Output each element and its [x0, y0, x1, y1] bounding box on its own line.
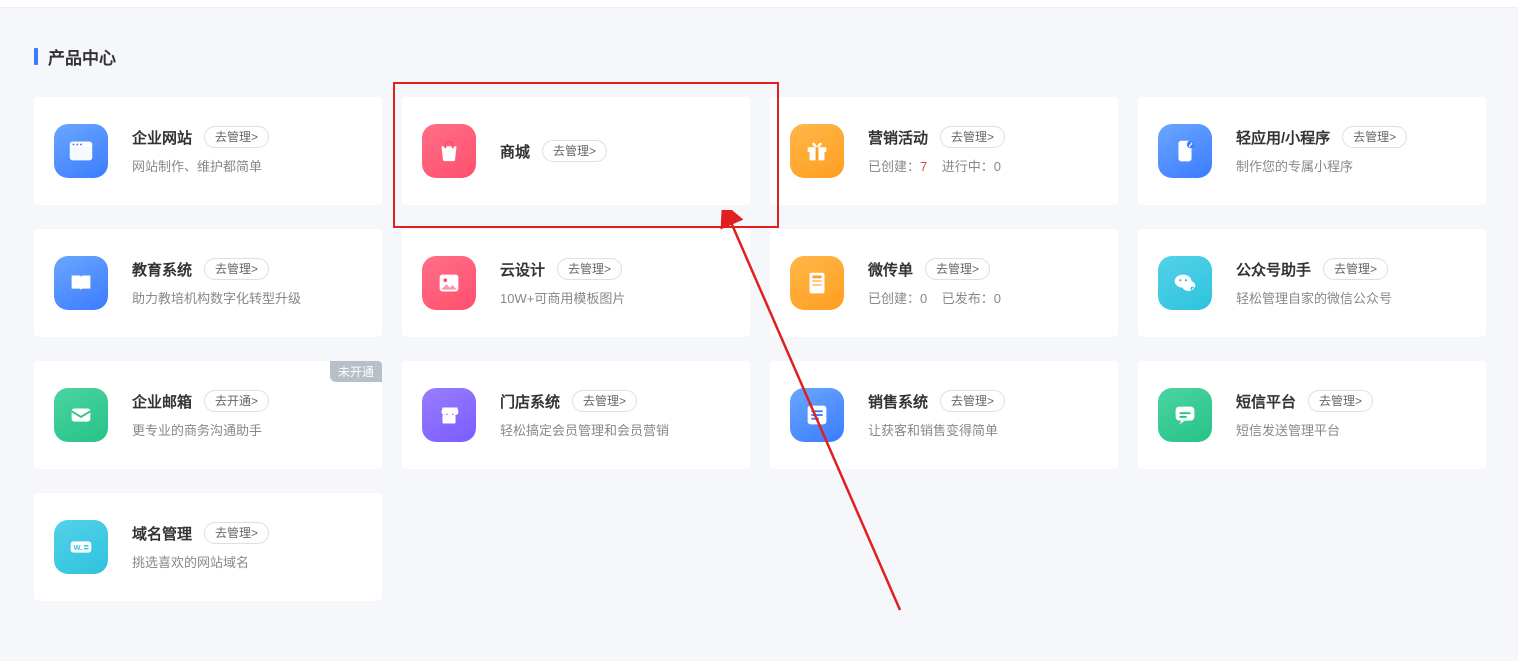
stat-label: 已创建： — [868, 291, 920, 306]
card-title: 轻应用/小程序 — [1236, 127, 1330, 148]
card-education[interactable]: 教育系统 去管理> 助力教培机构数字化转型升级 — [34, 229, 382, 337]
card-desc: 轻松管理自家的微信公众号 — [1236, 290, 1468, 308]
card-title: 云设计 — [500, 259, 545, 280]
product-grid: 企业网站 去管理> 网站制作、维护都简单 商城 去管理> — [34, 97, 1484, 601]
image-icon — [422, 256, 476, 310]
domain-icon: W. — [54, 520, 108, 574]
card-sms-platform[interactable]: 短信平台 去管理> 短信发送管理平台 — [1138, 361, 1486, 469]
card-desc: 挑选喜欢的网站域名 — [132, 554, 364, 572]
card-title: 企业网站 — [132, 127, 192, 148]
svg-text:W.: W. — [74, 543, 83, 552]
list-icon — [790, 388, 844, 442]
card-title: 短信平台 — [1236, 391, 1296, 412]
wechat-icon — [1158, 256, 1212, 310]
section-title: 产品中心 — [34, 44, 1484, 69]
manage-button[interactable]: 去管理> — [940, 126, 1005, 148]
manage-button[interactable]: 去管理> — [572, 390, 637, 412]
card-desc: 短信发送管理平台 — [1236, 422, 1468, 440]
card-desc: 更专业的商务沟通助手 — [132, 422, 364, 440]
top-bar — [0, 0, 1518, 8]
section-title-text: 产品中心 — [48, 44, 116, 69]
manage-button[interactable]: 去管理> — [940, 390, 1005, 412]
browser-icon — [54, 124, 108, 178]
manage-button[interactable]: 去管理> — [1323, 258, 1388, 280]
card-cloud-design[interactable]: 云设计 去管理> 10W+可商用模板图片 — [402, 229, 750, 337]
card-title: 域名管理 — [132, 523, 192, 544]
card-enterprise-website[interactable]: 企业网站 去管理> 网站制作、维护都简单 — [34, 97, 382, 205]
stat-value: 0 — [994, 291, 1001, 306]
card-title: 商城 — [500, 141, 530, 162]
manage-button[interactable]: 去管理> — [204, 126, 269, 148]
card-domain[interactable]: W. 域名管理 去管理> 挑选喜欢的网站域名 — [34, 493, 382, 601]
card-wechat-assistant[interactable]: 公众号助手 去管理> 轻松管理自家的微信公众号 — [1138, 229, 1486, 337]
card-stats: 已创建：0 已发布：0 — [868, 290, 1100, 308]
store-icon — [422, 388, 476, 442]
card-flyer[interactable]: 微传单 去管理> 已创建：0 已发布：0 — [770, 229, 1118, 337]
card-store-system[interactable]: 门店系统 去管理> 轻松搞定会员管理和会员营销 — [402, 361, 750, 469]
card-marketing[interactable]: 营销活动 去管理> 已创建：7 进行中：0 — [770, 97, 1118, 205]
section-title-bar — [34, 48, 38, 65]
book-icon — [54, 256, 108, 310]
chat-icon — [1158, 388, 1212, 442]
manage-button[interactable]: 去管理> — [925, 258, 990, 280]
status-badge: 未开通 — [330, 361, 382, 382]
card-enterprise-mail[interactable]: 未开通 企业邮箱 去开通> 更专业的商务沟通助手 — [34, 361, 382, 469]
activate-button[interactable]: 去开通> — [204, 390, 269, 412]
stat-label: 已创建： — [868, 159, 920, 174]
card-desc: 助力教培机构数字化转型升级 — [132, 290, 364, 308]
card-title: 门店系统 — [500, 391, 560, 412]
card-title: 公众号助手 — [1236, 259, 1311, 280]
card-desc: 轻松搞定会员管理和会员营销 — [500, 422, 732, 440]
card-desc: 10W+可商用模板图片 — [500, 290, 732, 308]
manage-button[interactable]: 去管理> — [1308, 390, 1373, 412]
card-miniprogram[interactable]: 轻应用/小程序 去管理> 制作您的专属小程序 — [1138, 97, 1486, 205]
manage-button[interactable]: 去管理> — [204, 258, 269, 280]
card-desc: 让获客和销售变得简单 — [868, 422, 1100, 440]
manage-button[interactable]: 去管理> — [1342, 126, 1407, 148]
card-title: 教育系统 — [132, 259, 192, 280]
manage-button[interactable]: 去管理> — [542, 140, 607, 162]
card-title: 销售系统 — [868, 391, 928, 412]
stat-value: 0 — [994, 159, 1001, 174]
gift-icon — [790, 124, 844, 178]
manage-button[interactable]: 去管理> — [204, 522, 269, 544]
card-desc: 制作您的专属小程序 — [1236, 158, 1468, 176]
card-title: 企业邮箱 — [132, 391, 192, 412]
card-mall[interactable]: 商城 去管理> — [402, 97, 750, 205]
stat-label: 已发布： — [942, 291, 994, 306]
card-stats: 已创建：7 进行中：0 — [868, 158, 1100, 176]
miniprogram-icon — [1158, 124, 1212, 178]
stat-value: 7 — [920, 159, 927, 174]
manage-button[interactable]: 去管理> — [557, 258, 622, 280]
card-desc: 网站制作、维护都简单 — [132, 158, 364, 176]
flyer-icon — [790, 256, 844, 310]
card-title: 营销活动 — [868, 127, 928, 148]
shopping-bag-icon — [422, 124, 476, 178]
stat-label: 进行中： — [942, 159, 994, 174]
card-title: 微传单 — [868, 259, 913, 280]
card-sales-system[interactable]: 销售系统 去管理> 让获客和销售变得简单 — [770, 361, 1118, 469]
stat-value: 0 — [920, 291, 927, 306]
mail-icon — [54, 388, 108, 442]
